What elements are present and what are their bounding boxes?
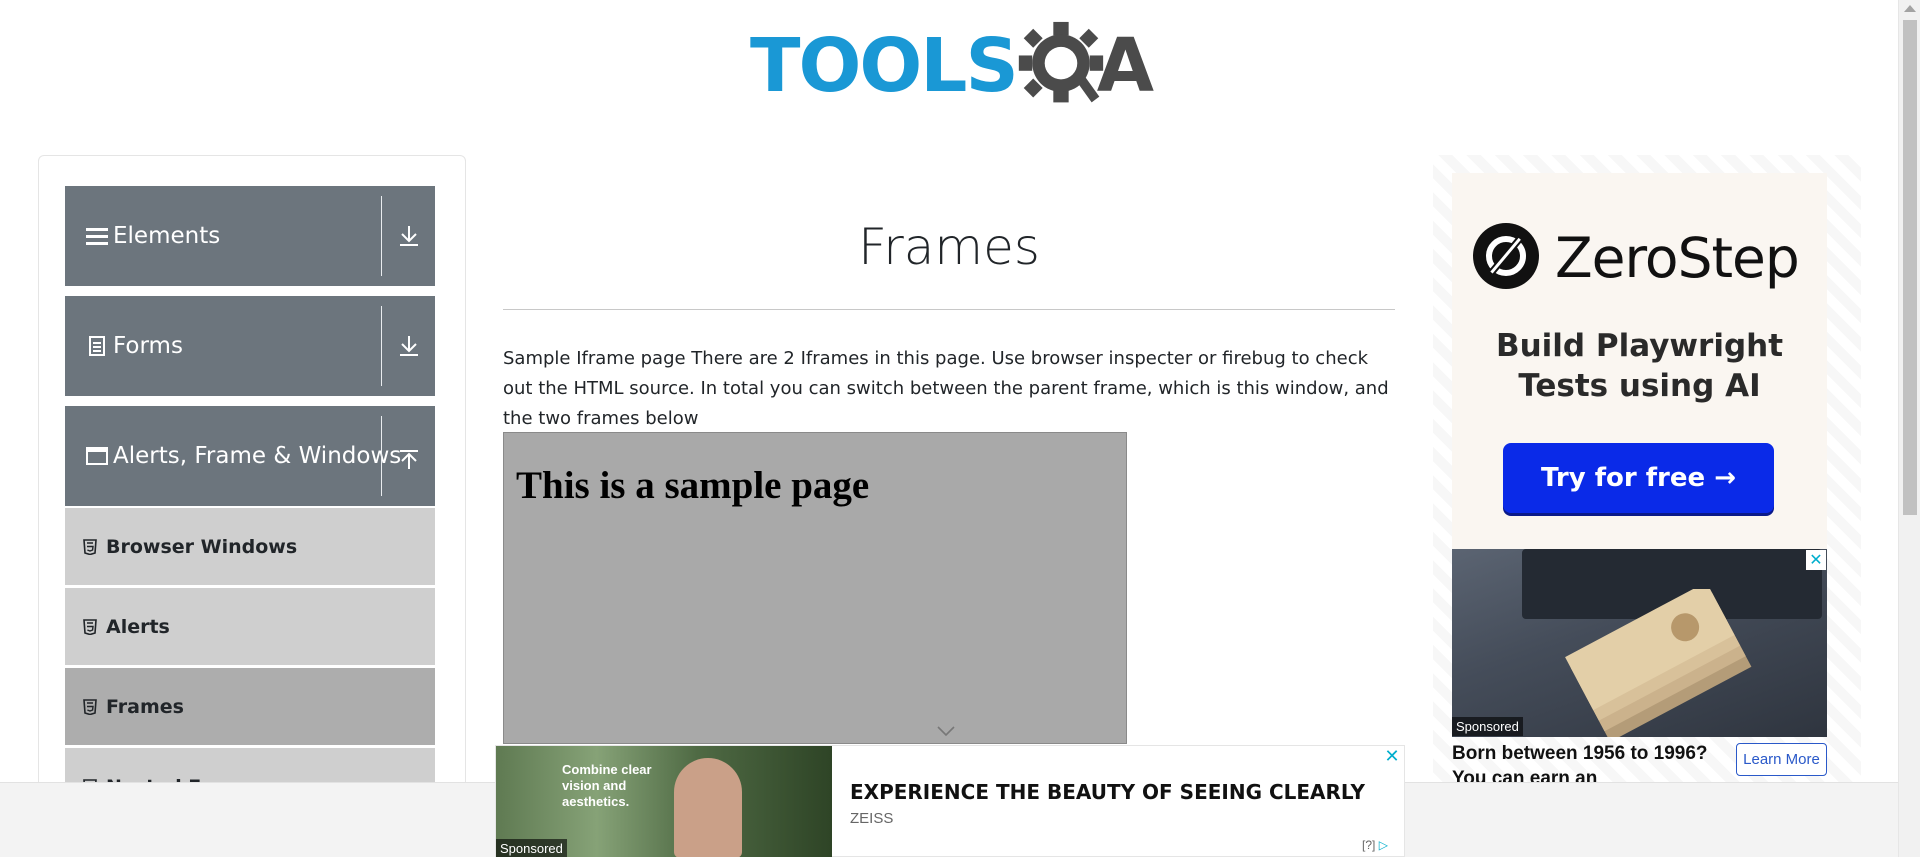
chevron-down-icon[interactable] (936, 725, 956, 737)
html5-icon (83, 698, 97, 715)
group-divider (381, 416, 382, 496)
hamburger-icon (85, 226, 109, 246)
scroll-thumb[interactable] (1903, 20, 1917, 515)
bottom-ad[interactable]: Combine clear vision and aesthetics. Spo… (495, 745, 1405, 857)
adchoices-label: [?] (1362, 838, 1376, 852)
group-divider (381, 196, 382, 276)
html5-icon (83, 618, 97, 635)
sidebar-item-browser-windows[interactable]: Browser Windows (65, 507, 435, 585)
try-for-free-button[interactable]: Try for free → (1503, 443, 1774, 513)
title-divider (503, 309, 1395, 310)
sidebar-item-label: Browser Windows (106, 535, 298, 558)
sidebar-group-label: Forms (113, 333, 183, 359)
upload-arrow-icon[interactable] (395, 446, 423, 474)
learn-more-button[interactable]: Learn More (1736, 743, 1827, 776)
atm-cash-image[interactable]: Sponsored (1452, 549, 1827, 737)
download-arrow-icon[interactable] (395, 332, 423, 360)
toolsqa-logo[interactable]: TOOLS A (750, 18, 1154, 114)
close-icon[interactable]: ✕ (1382, 746, 1402, 766)
window-icon (85, 447, 109, 465)
download-arrow-icon[interactable] (395, 222, 423, 250)
sponsored-label: Sponsored (496, 839, 567, 857)
ad-image-text: Combine clear vision and aesthetics. (562, 762, 652, 809)
sponsored-label: Sponsored (1452, 717, 1523, 736)
scroll-up-arrow-icon[interactable] (1904, 5, 1916, 12)
sidebar-item-label: Alerts (106, 615, 170, 638)
vertical-scrollbar[interactable] (1898, 0, 1920, 857)
sidebar-group-elements[interactable]: Elements (65, 186, 435, 286)
sidebar-group-label: Alerts, Frame & Windows (113, 443, 402, 469)
logo-a-text: A (1096, 23, 1154, 109)
sidebar-item-label: Frames (106, 695, 184, 718)
adchoices-icon[interactable]: [?] ▷ (1362, 838, 1388, 852)
iframe-heading: This is a sample page (516, 464, 870, 507)
sidebar-item-frames[interactable]: Frames (65, 667, 435, 745)
logo-tools-text: TOOLS (750, 23, 1019, 109)
sidebar-group-label: Elements (113, 223, 221, 249)
page-description: Sample Iframe page There are 2 Iframes i… (503, 348, 1389, 429)
sidebar-item-alerts[interactable]: Alerts (65, 587, 435, 665)
group-divider (381, 306, 382, 386)
sample-iframe[interactable]: This is a sample page (503, 432, 1127, 744)
banknotes-image (1565, 589, 1752, 737)
zeiss-ad-image: Combine clear vision and aesthetics. Spo… (496, 746, 832, 857)
sidebar-group-alerts-frame-windows[interactable]: Alerts, Frame & Windows (65, 406, 435, 506)
zerostep-logo-icon (1473, 223, 1539, 289)
sidebar-group-forms[interactable]: Forms (65, 296, 435, 396)
close-icon[interactable]: ✕ (1806, 550, 1826, 570)
html5-icon (83, 538, 97, 555)
bottom-ad-headline[interactable]: EXPERIENCE THE BEAUTY OF SEEING CLEARLY (850, 780, 1365, 804)
ad-headline[interactable]: Born between 1956 to 1996? You can earn … (1452, 741, 1722, 785)
bottom-ad-brand: ZEISS (850, 810, 894, 827)
ad-model-image (674, 758, 742, 857)
document-icon (85, 336, 109, 356)
zerostep-brand: ZeroStep (1555, 226, 1800, 290)
gear-magnifier-icon (1018, 21, 1103, 103)
zerostep-tagline: Build Playwright Tests using AI (1495, 328, 1784, 404)
page-title: Frames (858, 218, 1040, 276)
